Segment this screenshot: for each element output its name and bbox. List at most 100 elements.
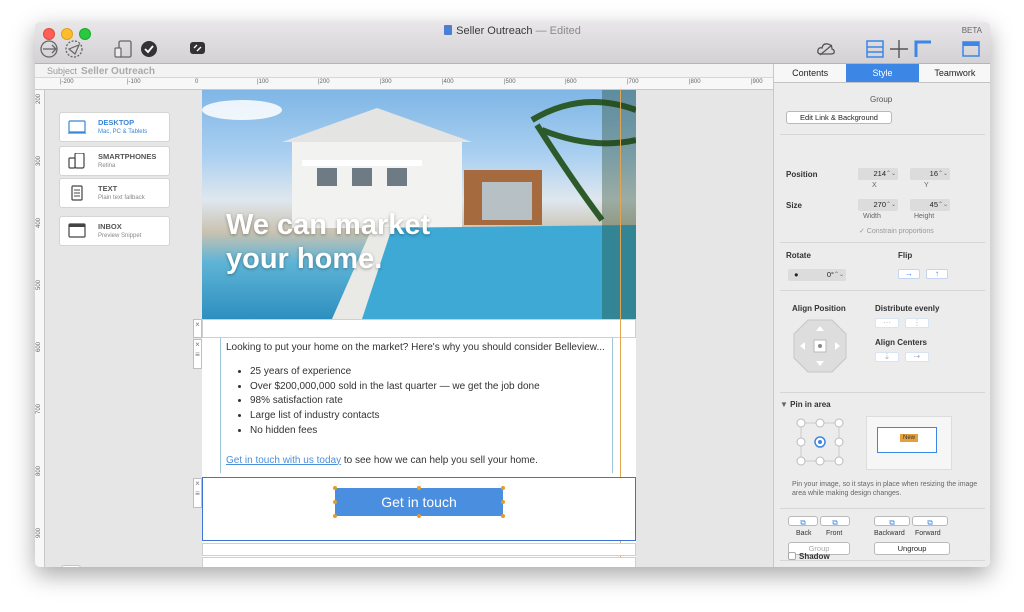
constrain-proportions-checkbox[interactable]: ✓ Constrain proportions: [859, 227, 934, 235]
resize-handle[interactable]: [501, 514, 505, 518]
resize-handle[interactable]: [333, 500, 337, 504]
resize-handle[interactable]: [333, 486, 337, 490]
edit-link-background-button[interactable]: Edit Link & Background: [786, 111, 892, 124]
flip-horizontal-button[interactable]: →: [898, 269, 920, 279]
back-button[interactable]: Back: [796, 530, 812, 537]
move-icon[interactable]: [889, 39, 909, 59]
position-y-field[interactable]: 16 ⌃⌄: [910, 168, 950, 180]
title-bar: Seller Outreach — Edited BETA: [35, 22, 990, 64]
email-canvas[interactable]: We can market your home. × × ≡ Looking to…: [193, 90, 636, 567]
design-canvas[interactable]: DESKTOP Mac, PC & Tablets SMARTPHONES Re…: [45, 90, 773, 567]
hero-heading[interactable]: We can market your home.: [226, 208, 486, 276]
pin-preview: New: [866, 416, 952, 470]
bullet-list: 25 years of experience Over $200,000,000…: [250, 365, 616, 439]
divider: [780, 242, 985, 243]
position-x-field[interactable]: 214 ⌃⌄: [858, 168, 898, 180]
desktop-icon: [68, 119, 86, 135]
get-in-touch-button[interactable]: Get in touch: [335, 488, 503, 516]
device-text[interactable]: TEXT Plain text fallback: [59, 178, 170, 208]
position-label: Position: [786, 170, 818, 179]
resize-handle[interactable]: [501, 486, 505, 490]
subject-bar[interactable]: Subject Seller Outreach: [35, 64, 773, 78]
resize-handle[interactable]: [501, 500, 505, 504]
cta-line: Get in touch with us today to see how we…: [226, 454, 538, 466]
resize-handle[interactable]: [333, 514, 337, 518]
distribute-vertical-button[interactable]: ⋮: [905, 318, 929, 328]
check-icon[interactable]: [139, 39, 159, 59]
tab-teamwork[interactable]: Teamwork: [918, 64, 990, 82]
ungroup-button[interactable]: Ungroup: [874, 542, 950, 555]
align-position-label: Align Position: [792, 304, 846, 313]
inspector-panel: Contents Style Teamwork Group Edit Link …: [773, 64, 990, 567]
forward-icon[interactable]: ⧉: [912, 516, 948, 527]
document-icon: [444, 25, 453, 35]
divider: [780, 392, 985, 393]
flip-label: Flip: [898, 251, 913, 260]
devices-icon[interactable]: [113, 39, 135, 59]
pin-anchor-grid[interactable]: [796, 418, 844, 466]
smartphone-icon: [68, 152, 86, 169]
rotate-field[interactable]: ● 0° ⌃⌄: [788, 269, 846, 281]
text-document-icon: [68, 185, 86, 201]
pin-in-area-toggle[interactable]: ▼ Pin in area: [780, 400, 831, 409]
align-center-horizontal-button[interactable]: ⇢: [905, 352, 929, 362]
intro-text: Looking to put your home on the market? …: [226, 342, 605, 353]
hero-image[interactable]: We can market your home.: [202, 90, 636, 319]
subject-value[interactable]: Seller Outreach: [81, 66, 155, 77]
row-handle[interactable]: × ≡: [193, 339, 202, 369]
frame-icon[interactable]: [913, 39, 933, 59]
inbox-icon: [68, 223, 86, 239]
button-row-selected[interactable]: Get in touch: [202, 477, 636, 541]
pin-preview-box: New: [877, 427, 937, 453]
distribute-evenly-label: Distribute evenly: [875, 304, 940, 313]
pin-new-badge: New: [900, 434, 919, 442]
horizontal-ruler: |-200 |-100 0 |100 |200 |300 |400 |500 |…: [35, 78, 773, 90]
tab-contents[interactable]: Contents: [774, 64, 847, 82]
row-handle[interactable]: ×: [193, 319, 202, 338]
tab-style[interactable]: Style: [846, 64, 919, 82]
list-item: 25 years of experience: [250, 365, 616, 380]
front-icon[interactable]: ⧉: [820, 516, 850, 527]
flip-vertical-button[interactable]: ↑: [926, 269, 948, 279]
vertical-ruler: 200 300 400 500 600 700 800 900: [35, 90, 45, 567]
disclosure-triangle-icon: ▼: [780, 400, 791, 409]
shadow-checkbox[interactable]: Shadow: [788, 552, 830, 561]
body-text-block[interactable]: Looking to put your home on the market? …: [226, 342, 616, 466]
row-handle[interactable]: × ≡: [193, 478, 202, 508]
front-button[interactable]: Front: [826, 530, 842, 537]
list-item: No hidden fees: [250, 424, 616, 439]
chat-icon[interactable]: [187, 39, 209, 59]
back-icon[interactable]: ⧉: [788, 516, 818, 527]
backward-button[interactable]: Backward: [874, 530, 905, 537]
rotate-label: Rotate: [786, 251, 811, 260]
send-test-icon[interactable]: [63, 39, 85, 59]
preview-icon[interactable]: [39, 39, 61, 59]
align-position-control[interactable]: [792, 318, 848, 374]
list-item: Over $200,000,000 sold in the last quart…: [250, 380, 616, 395]
layout-icon[interactable]: [865, 39, 885, 59]
size-label: Size: [786, 201, 803, 210]
backward-icon[interactable]: ⧉: [874, 516, 910, 527]
canvas-corner-button[interactable]: [61, 565, 81, 567]
sidebar-icon[interactable]: [961, 39, 981, 59]
get-in-touch-link[interactable]: Get in touch with us today: [226, 455, 341, 466]
align-centers-label: Align Centers: [875, 338, 928, 347]
resize-handle[interactable]: [417, 514, 421, 518]
beta-badge: BETA: [961, 26, 982, 35]
inspector-tabs: Contents Style Teamwork: [774, 64, 990, 83]
resize-handle[interactable]: [417, 486, 421, 490]
rotate-knob-icon: ●: [794, 270, 799, 279]
width-field[interactable]: 270 ⌃⌄: [858, 199, 898, 211]
device-inbox[interactable]: INBOX Preview Snippet: [59, 216, 170, 246]
spacer-row[interactable]: [202, 543, 636, 556]
distribute-horizontal-button[interactable]: ···: [875, 318, 899, 328]
align-center-vertical-button[interactable]: ⇣: [875, 352, 899, 362]
spacer-row[interactable]: [202, 319, 636, 338]
spacer-row[interactable]: [202, 557, 636, 567]
forward-button[interactable]: Forward: [915, 530, 941, 537]
device-desktop[interactable]: DESKTOP Mac, PC & Tablets: [59, 112, 170, 142]
device-smartphones[interactable]: SMARTPHONES Retina: [59, 146, 170, 176]
checkbox-icon: [788, 552, 796, 560]
height-field[interactable]: 45 ⌃⌄: [910, 199, 950, 211]
cloud-icon[interactable]: [815, 39, 837, 59]
